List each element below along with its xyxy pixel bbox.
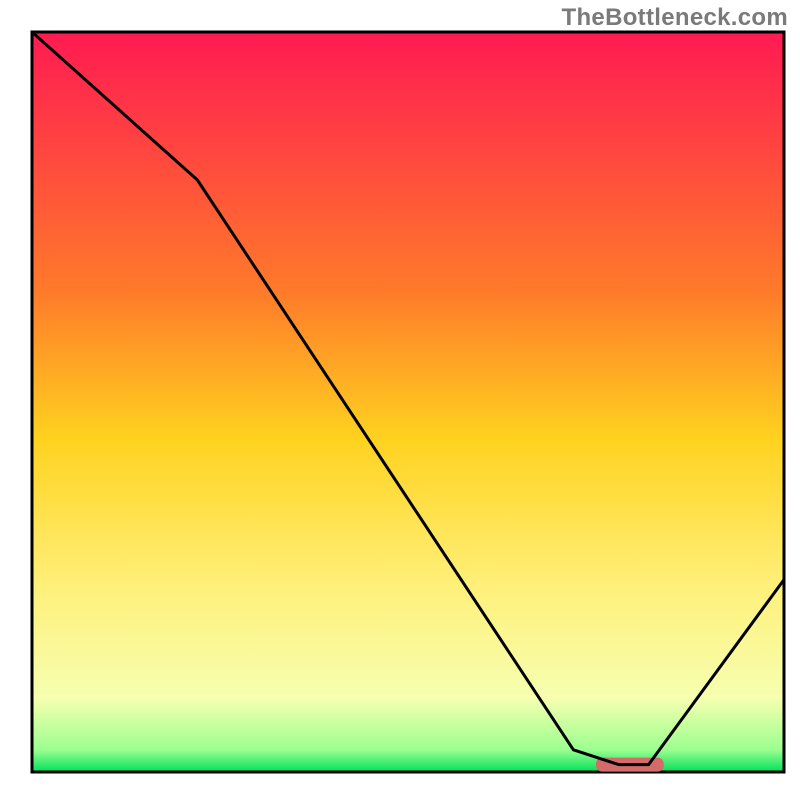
chart-svg xyxy=(0,0,800,800)
plot-background xyxy=(32,32,784,772)
bottleneck-chart: TheBottleneck.com xyxy=(0,0,800,800)
watermark-text: TheBottleneck.com xyxy=(562,4,788,32)
